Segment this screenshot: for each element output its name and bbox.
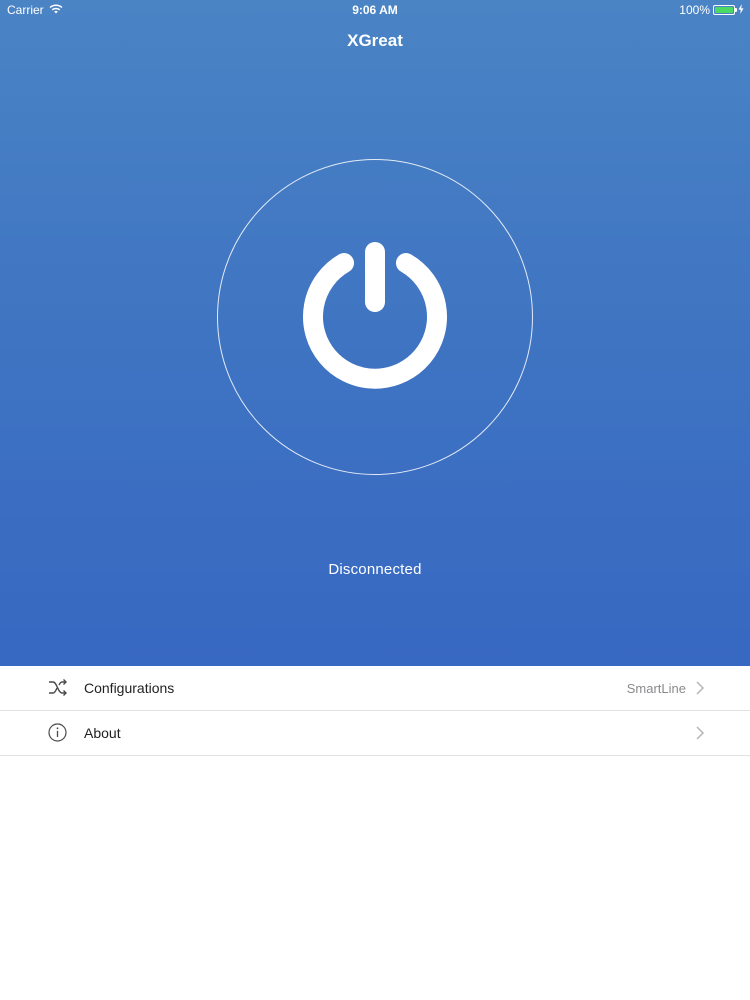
- about-label: About: [84, 725, 121, 741]
- power-icon[interactable]: [297, 240, 453, 396]
- battery-percent: 100%: [679, 3, 710, 17]
- chevron-right-icon: [695, 681, 705, 695]
- configurations-row[interactable]: Configurations SmartLine: [0, 666, 750, 711]
- status-time: 9:06 AM: [352, 3, 398, 17]
- configurations-label: Configurations: [84, 680, 175, 696]
- battery-icon: [713, 5, 737, 15]
- page-title: XGreat: [347, 31, 403, 50]
- app-screen: Carrier 9:06 AM 100% XGreat Disconnected…: [0, 0, 750, 1000]
- configurations-detail: SmartLine: [626, 681, 686, 696]
- status-right: 100%: [679, 3, 744, 17]
- about-row[interactable]: About: [0, 711, 750, 756]
- connection-status: Disconnected: [328, 561, 422, 578]
- charging-icon: [738, 3, 744, 17]
- shuffle-icon: [47, 677, 68, 698]
- battery-fill: [715, 7, 733, 13]
- chevron-right-icon: [695, 726, 705, 740]
- status-bar: Carrier 9:06 AM 100%: [0, 0, 750, 20]
- settings-list: Configurations SmartLine About: [0, 666, 750, 756]
- info-icon: [47, 722, 68, 743]
- hero-panel: Carrier 9:06 AM 100% XGreat Disconnected: [0, 0, 750, 666]
